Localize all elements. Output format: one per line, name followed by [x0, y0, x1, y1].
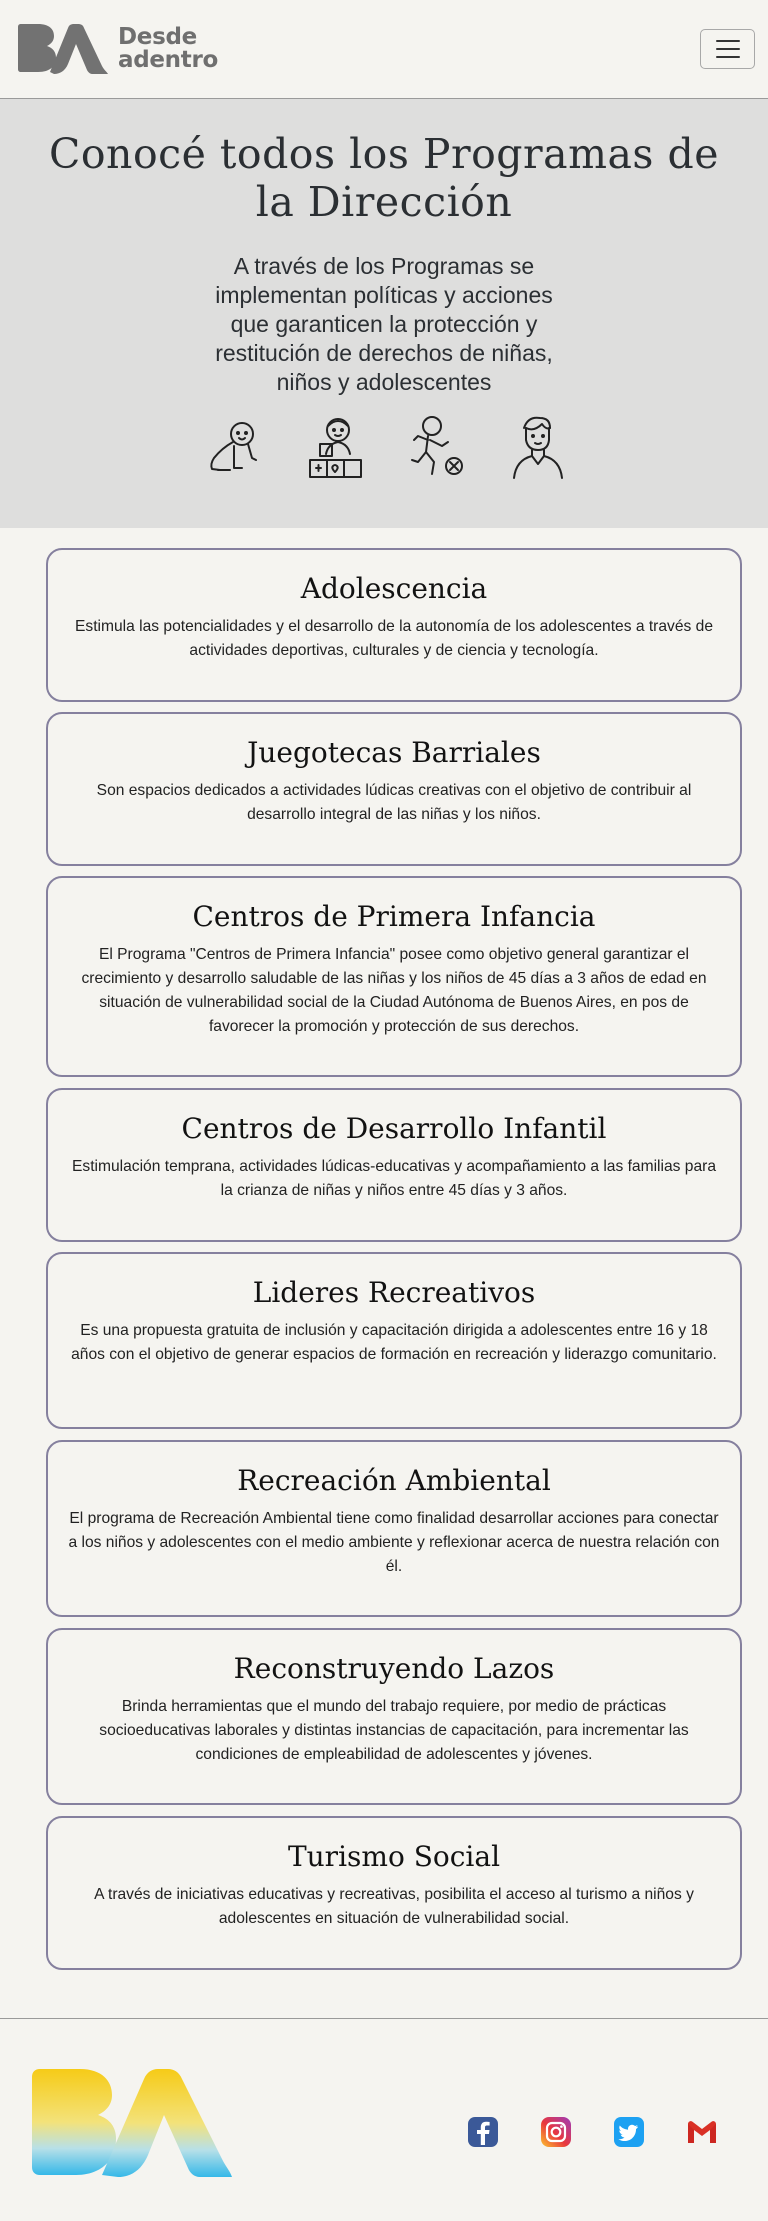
hamburger-icon-bar — [715, 40, 740, 42]
program-description: El Programa "Centros de Primera Infancia… — [81, 946, 707, 1035]
facebook-icon — [468, 2117, 498, 2147]
ba-logo-icon — [18, 24, 108, 74]
brand-home-link[interactable]: Desde adentro — [16, 22, 218, 76]
twitter-icon — [614, 2117, 644, 2147]
program-description: A través de iniciativas educativas y rec… — [94, 1886, 694, 1927]
site-footer — [0, 2018, 768, 2221]
page-title: Conocé todos los Programas de la Direcci… — [49, 130, 719, 226]
site-header: Desde adentro — [0, 0, 768, 99]
program-description: Estimula las potencialidades y el desarr… — [75, 618, 713, 659]
program-card-adolescencia[interactable]: Adolescencia Estimula las potencialidade… — [46, 548, 742, 702]
menu-toggle-button[interactable] — [700, 29, 755, 69]
brand-line-1: Desde — [118, 24, 197, 50]
gmail-icon — [688, 2121, 716, 2143]
age-icons — [200, 414, 570, 484]
program-card-centros-de-desarrollo-infantil[interactable]: Centros de Desarrollo Infantil Estimulac… — [46, 1088, 742, 1242]
brand-name: Desde adentro — [118, 26, 218, 72]
program-title: Turismo Social — [287, 1840, 501, 1873]
program-title: Recreación Ambiental — [237, 1464, 551, 1497]
program-card-reconstruyendo-lazos[interactable]: Reconstruyendo Lazos Brinda herramientas… — [46, 1628, 742, 1805]
hamburger-icon-bar — [715, 56, 740, 58]
program-card-lideres-recreativos[interactable]: Lideres Recreativos Es una propuesta gra… — [46, 1252, 742, 1429]
instagram-icon — [541, 2117, 571, 2147]
adolescent-icon — [513, 416, 563, 479]
program-title: Adolescencia — [300, 572, 488, 605]
program-description: Son espacios dedicados a actividades lúd… — [96, 782, 692, 823]
program-description: Estimulación temprana, actividades lúdic… — [72, 1158, 716, 1199]
ba-footer-logo-icon — [32, 2069, 232, 2177]
child-with-blocks-icon — [309, 418, 362, 478]
hero-section: Conocé todos los Programas de la Direcci… — [0, 99, 768, 528]
instagram-link[interactable] — [539, 2115, 573, 2149]
program-description: Brinda herramientas que el mundo del tra… — [99, 1698, 689, 1763]
gmail-link[interactable] — [685, 2115, 719, 2149]
program-title: Juegotecas Barriales — [247, 736, 541, 769]
program-title: Centros de Primera Infancia — [192, 900, 596, 933]
facebook-link[interactable] — [466, 2115, 500, 2149]
program-description: El programa de Recreación Ambiental tien… — [68, 1510, 720, 1575]
program-title: Lideres Recreativos — [252, 1276, 536, 1309]
program-card-turismo-social[interactable]: Turismo Social A través de iniciativas e… — [46, 1816, 742, 1970]
program-title: Centros de Desarrollo Infantil — [181, 1112, 607, 1145]
twitter-link[interactable] — [612, 2115, 646, 2149]
kid-playing-ball-icon — [411, 416, 463, 475]
program-description: Es una propuesta gratuita de inclusión y… — [71, 1322, 717, 1363]
hero-subtitle: A través de los Programas se implementan… — [215, 253, 553, 395]
baby-crawling-icon — [210, 422, 257, 471]
program-card-juegotecas-barriales[interactable]: Juegotecas Barriales Son espacios dedica… — [46, 712, 742, 866]
program-title: Reconstruyendo Lazos — [233, 1652, 555, 1685]
hamburger-icon-bar — [715, 48, 740, 50]
brand-line-2: adentro — [118, 47, 218, 73]
program-card-recreacion-ambiental[interactable]: Recreación Ambiental El programa de Recr… — [46, 1440, 742, 1617]
program-card-centros-de-primera-infancia[interactable]: Centros de Primera Infancia El Programa … — [46, 876, 742, 1077]
